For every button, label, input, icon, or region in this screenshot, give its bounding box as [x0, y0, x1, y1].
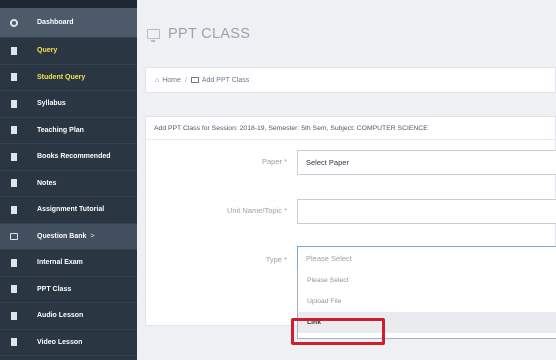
- document-icon: [10, 46, 18, 55]
- sidebar-item-label: Video Lesson: [37, 338, 83, 346]
- breadcrumb-separator: /: [184, 76, 187, 84]
- type-option-upload-file[interactable]: Upload File: [298, 291, 556, 312]
- breadcrumb: ⌂ Home / Add PPT Class: [145, 67, 556, 93]
- required-mark: *: [284, 255, 287, 264]
- breadcrumb-current: Add PPT Class: [201, 76, 250, 84]
- sidebar-item-query[interactable]: Query: [0, 38, 137, 65]
- document-icon: [10, 258, 18, 267]
- document-icon: [10, 338, 18, 347]
- sidebar-top-bar: [0, 0, 137, 8]
- required-mark: *: [284, 157, 287, 166]
- paper-label: Paper *: [157, 157, 287, 166]
- sidebar-item-label: Teaching Plan: [37, 126, 84, 134]
- sidebar-item-label: Books Recommended: [37, 153, 111, 161]
- sidebar-item-label: Internal Exam: [37, 259, 83, 267]
- form-panel: Add PPT Class for Session: 2018-19, Seme…: [145, 116, 556, 339]
- breadcrumb-home-link[interactable]: Home: [162, 77, 181, 84]
- paper-select-value: Select Paper: [306, 158, 349, 167]
- sidebar-item-syllabus[interactable]: Syllabus: [0, 91, 137, 118]
- panel-heading: Add PPT Class for Session: 2018-19, Seme…: [146, 117, 555, 140]
- type-option-link[interactable]: Link: [298, 312, 556, 333]
- document-icon: [10, 152, 18, 161]
- paper-label-text: Paper: [261, 157, 282, 166]
- type-dropdown-list: Please Select Upload File Link: [297, 270, 556, 339]
- sidebar-item-notes[interactable]: Notes: [0, 171, 137, 197]
- sidebar-item-books-recommended[interactable]: Books Recommended: [0, 144, 137, 171]
- type-select-value: Please Select: [306, 254, 352, 263]
- document-icon: [10, 126, 18, 135]
- document-icon: [10, 73, 18, 82]
- sidebar-item-video-lesson[interactable]: Video Lesson: [0, 330, 137, 356]
- paper-select[interactable]: Select Paper: [297, 150, 556, 175]
- required-mark: *: [284, 206, 287, 215]
- sidebar-item-teaching-plan[interactable]: Teaching Plan: [0, 118, 137, 144]
- document-icon: [10, 311, 18, 320]
- sidebar-item-label: Question Bank: [37, 232, 87, 240]
- type-label: Type *: [157, 255, 287, 264]
- sidebar-item-label: Student Query: [37, 73, 86, 81]
- chevron-right-icon: >: [90, 232, 95, 240]
- unit-name-label: Unit Name/Topic *: [157, 206, 287, 215]
- sidebar-item-dashboard[interactable]: Dashboard: [0, 8, 137, 38]
- sidebar-item-question-bank[interactable]: Question Bank >: [0, 223, 137, 250]
- gauge-icon: [10, 18, 18, 27]
- monitor-icon: [10, 232, 18, 241]
- sidebar-item-label: Dashboard: [37, 19, 74, 26]
- sidebar-item-student-query[interactable]: Student Query: [0, 65, 137, 91]
- presentation-icon: [147, 28, 160, 42]
- sidebar-item-audio-lesson[interactable]: Audio Lesson: [0, 303, 137, 330]
- sidebar: Dashboard Query Student Query Syllabus T…: [0, 0, 137, 360]
- page-title: PPT CLASS: [168, 25, 251, 42]
- document-icon: [10, 285, 18, 294]
- sidebar-item-assignment-tutorial[interactable]: Assignment Tutorial: [0, 197, 137, 224]
- document-icon: [10, 179, 18, 188]
- sidebar-item-label: PPT Class: [37, 285, 72, 293]
- sidebar-item-label: Assignment Tutorial: [37, 206, 105, 214]
- type-option-please-select[interactable]: Please Select: [298, 270, 556, 291]
- home-icon: ⌂: [155, 76, 160, 84]
- main-content: PPT CLASS ⌂ Home / Add PPT Class Add PPT…: [137, 0, 556, 360]
- unit-name-input[interactable]: [297, 199, 556, 224]
- sidebar-item-label: Query: [37, 47, 58, 55]
- document-icon: [10, 205, 18, 214]
- type-label-text: Type: [265, 255, 282, 264]
- sidebar-item-label: Notes: [37, 179, 57, 187]
- type-select[interactable]: Please Select: [297, 246, 556, 271]
- sidebar-item-label: Audio Lesson: [37, 312, 84, 320]
- sidebar-item-internal-exam[interactable]: Internal Exam: [0, 250, 137, 277]
- page-header: PPT CLASS: [137, 0, 556, 67]
- document-icon: [10, 99, 18, 108]
- unit-name-label-text: Unit Name/Topic: [226, 206, 282, 215]
- sidebar-item-ppt-class[interactable]: PPT Class: [0, 277, 137, 303]
- presentation-icon: [190, 77, 199, 83]
- sidebar-item-label: Syllabus: [37, 100, 66, 108]
